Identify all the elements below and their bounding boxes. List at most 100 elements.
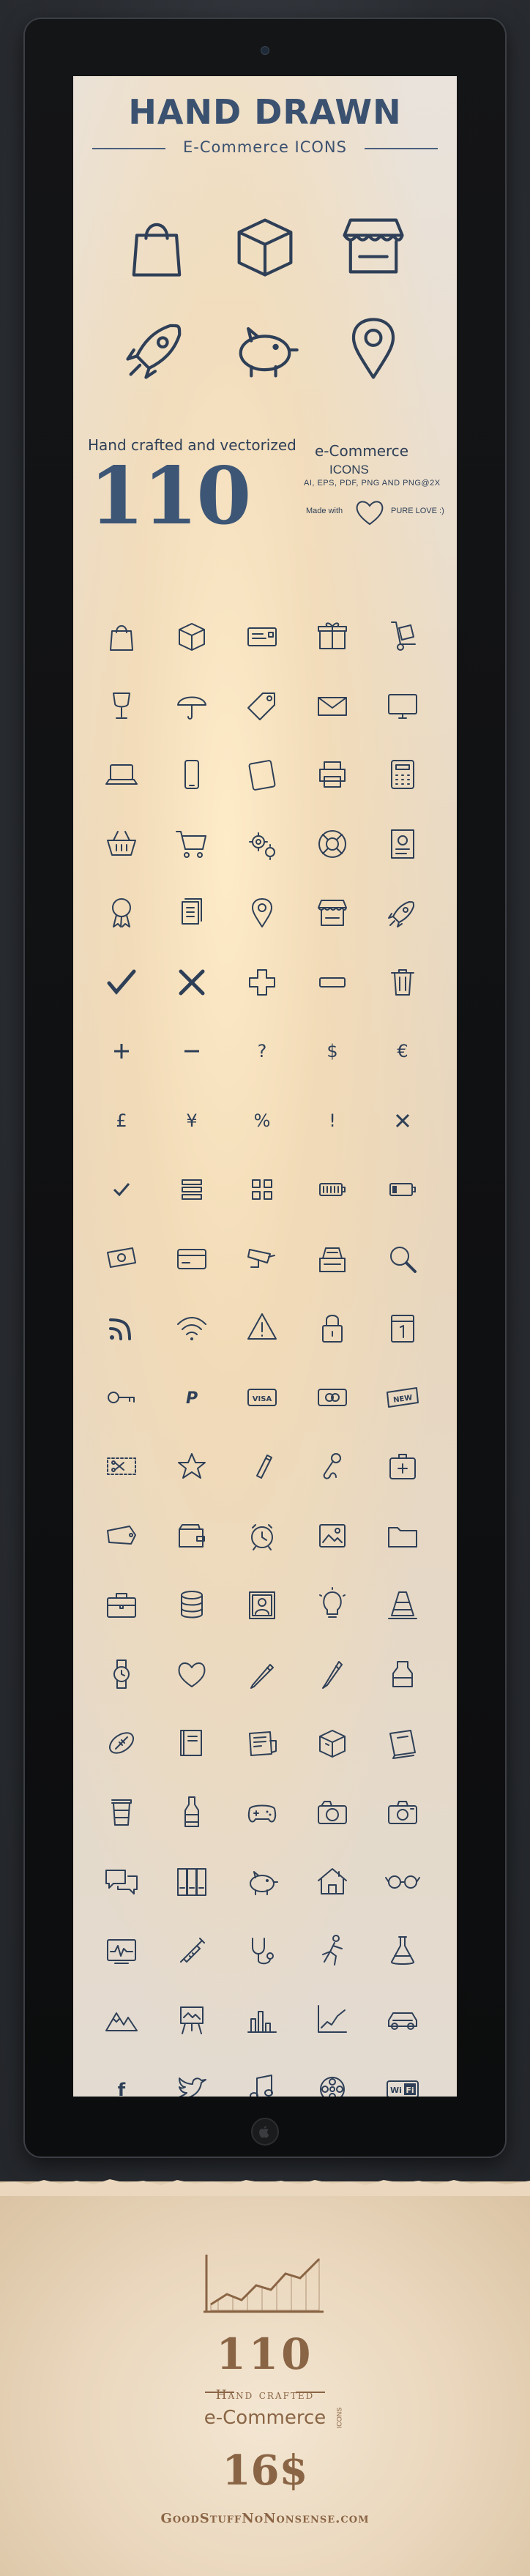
minus-sign-icon — [314, 964, 351, 1001]
magnifier-icon — [384, 1241, 421, 1277]
closed-book-icon — [384, 1725, 421, 1761]
gamepad-icon — [244, 1794, 280, 1831]
promo-formats: AI, EPS, PDF, PNG AND PNG@2X — [304, 479, 441, 488]
line-chart-icon — [204, 2255, 324, 2313]
award-ribbon-icon — [103, 895, 140, 931]
hand-truck-icon — [384, 618, 421, 654]
home-button[interactable] — [251, 2118, 279, 2146]
price: 16$ — [222, 2446, 308, 2495]
cash-register-icon — [314, 1241, 351, 1277]
bottom-rule-right — [296, 2392, 325, 2393]
printer-icon — [314, 756, 351, 793]
hero-icons — [73, 208, 457, 398]
gears-icon — [244, 826, 280, 862]
apple-logo-icon — [259, 2126, 269, 2138]
alarm-clock-icon — [244, 1517, 280, 1554]
exclamation-icon: ! — [314, 1102, 351, 1139]
sale-tag-icon — [103, 1517, 140, 1554]
wallet-icon — [173, 1517, 210, 1554]
grid-icon — [244, 1171, 280, 1208]
svg-text:NEW: NEW — [393, 1394, 414, 1405]
twitter-icon — [173, 2071, 210, 2097]
shipping-label-icon — [244, 618, 280, 654]
euro-icon: € — [384, 1033, 421, 1069]
chat-bubbles-icon — [103, 1863, 140, 1900]
wifi-sign-icon: Wi Fi — [384, 2071, 421, 2097]
svg-text:P: P — [186, 1389, 198, 1408]
subtitle-rule-right — [365, 148, 438, 149]
battery-low-icon — [384, 1171, 421, 1208]
rss-icon — [103, 1310, 140, 1346]
database-icon — [173, 1586, 210, 1623]
stethoscope-icon — [244, 1933, 280, 1969]
site-link[interactable]: GoodStuffNoNonsense.com — [0, 2511, 530, 2526]
map-pin-icon — [335, 310, 411, 387]
certificate-icon — [384, 826, 421, 862]
svg-text:$: $ — [326, 1041, 337, 1061]
market-stall-icon — [314, 895, 351, 931]
promo-made-with: Made with — [306, 507, 343, 515]
svg-text:€: € — [397, 1041, 408, 1061]
film-reel-icon — [314, 2071, 351, 2097]
line-chart-icon — [314, 2001, 351, 2038]
usb-drive-icon — [244, 1448, 280, 1485]
shopping-bag-icon — [103, 618, 140, 654]
promo-pure-love: PURE LOVE :) — [391, 507, 444, 515]
photo-camera-icon — [384, 1794, 421, 1831]
bottom-count: 110 — [216, 2329, 314, 2379]
svg-text:£: £ — [116, 1110, 127, 1131]
umbrella-icon — [173, 687, 210, 724]
svg-text:Fi: Fi — [406, 2086, 414, 2095]
car-icon — [384, 2001, 421, 2038]
svg-text:%: % — [254, 1110, 271, 1131]
check-mark-icon — [103, 964, 140, 1001]
briefcase-icon — [103, 1586, 140, 1623]
percent-icon: % — [244, 1102, 280, 1139]
mountains-icon — [103, 2001, 140, 2038]
laptop-icon — [103, 756, 140, 793]
calendar-icon — [384, 1310, 421, 1346]
star-icon — [173, 1448, 210, 1485]
page-subtitle: E-Commerce ICONS — [183, 138, 347, 156]
plus-sign-icon — [244, 964, 280, 1001]
package-box-icon — [227, 208, 303, 284]
svg-text:?: ? — [258, 1041, 267, 1061]
bottom-ecommerce: e-Commerce — [204, 2407, 326, 2429]
times-icon — [384, 1102, 421, 1139]
pen-icon — [314, 1656, 351, 1692]
heart-icon — [356, 501, 384, 526]
mastercard-icon — [314, 1379, 351, 1416]
coupon-icon — [103, 1448, 140, 1485]
piggy-bank-icon — [244, 1863, 280, 1900]
front-camera — [261, 46, 269, 55]
shopping-cart-icon — [173, 826, 210, 862]
heart-icon — [173, 1656, 210, 1692]
package-box-icon — [173, 618, 210, 654]
glasses-icon — [384, 1863, 421, 1900]
microphone-icon — [314, 1448, 351, 1485]
pound-icon: £ — [103, 1102, 140, 1139]
svg-text:VISA: VISA — [253, 1395, 272, 1403]
promo-icons-label: ICONS — [329, 463, 369, 477]
flask-icon — [384, 1933, 421, 1969]
music-note-icon — [244, 2071, 280, 2097]
wristwatch-icon — [103, 1656, 140, 1692]
film-camera-icon — [314, 1794, 351, 1831]
tablet-screen: HAND DRAWN E-Commerce ICONS Hand crafted… — [73, 76, 457, 2097]
cash-icon — [103, 1241, 140, 1277]
promo-count: 110 — [89, 450, 251, 542]
yen-icon: ¥ — [173, 1102, 210, 1139]
tv-icon — [103, 1933, 140, 1969]
monitor-icon — [384, 687, 421, 724]
smartphone-icon — [173, 756, 210, 793]
easel-icon — [173, 2001, 210, 2038]
page-title: HAND DRAWN — [128, 92, 402, 132]
svg-text:!: ! — [329, 1110, 336, 1131]
cube-icon — [314, 1725, 351, 1761]
question-icon: ? — [244, 1033, 280, 1069]
battery-full-icon — [314, 1171, 351, 1208]
house-icon — [314, 1863, 351, 1900]
warning-icon — [244, 1310, 280, 1346]
gift-box-icon — [314, 618, 351, 654]
newspaper-icon — [244, 1725, 280, 1761]
